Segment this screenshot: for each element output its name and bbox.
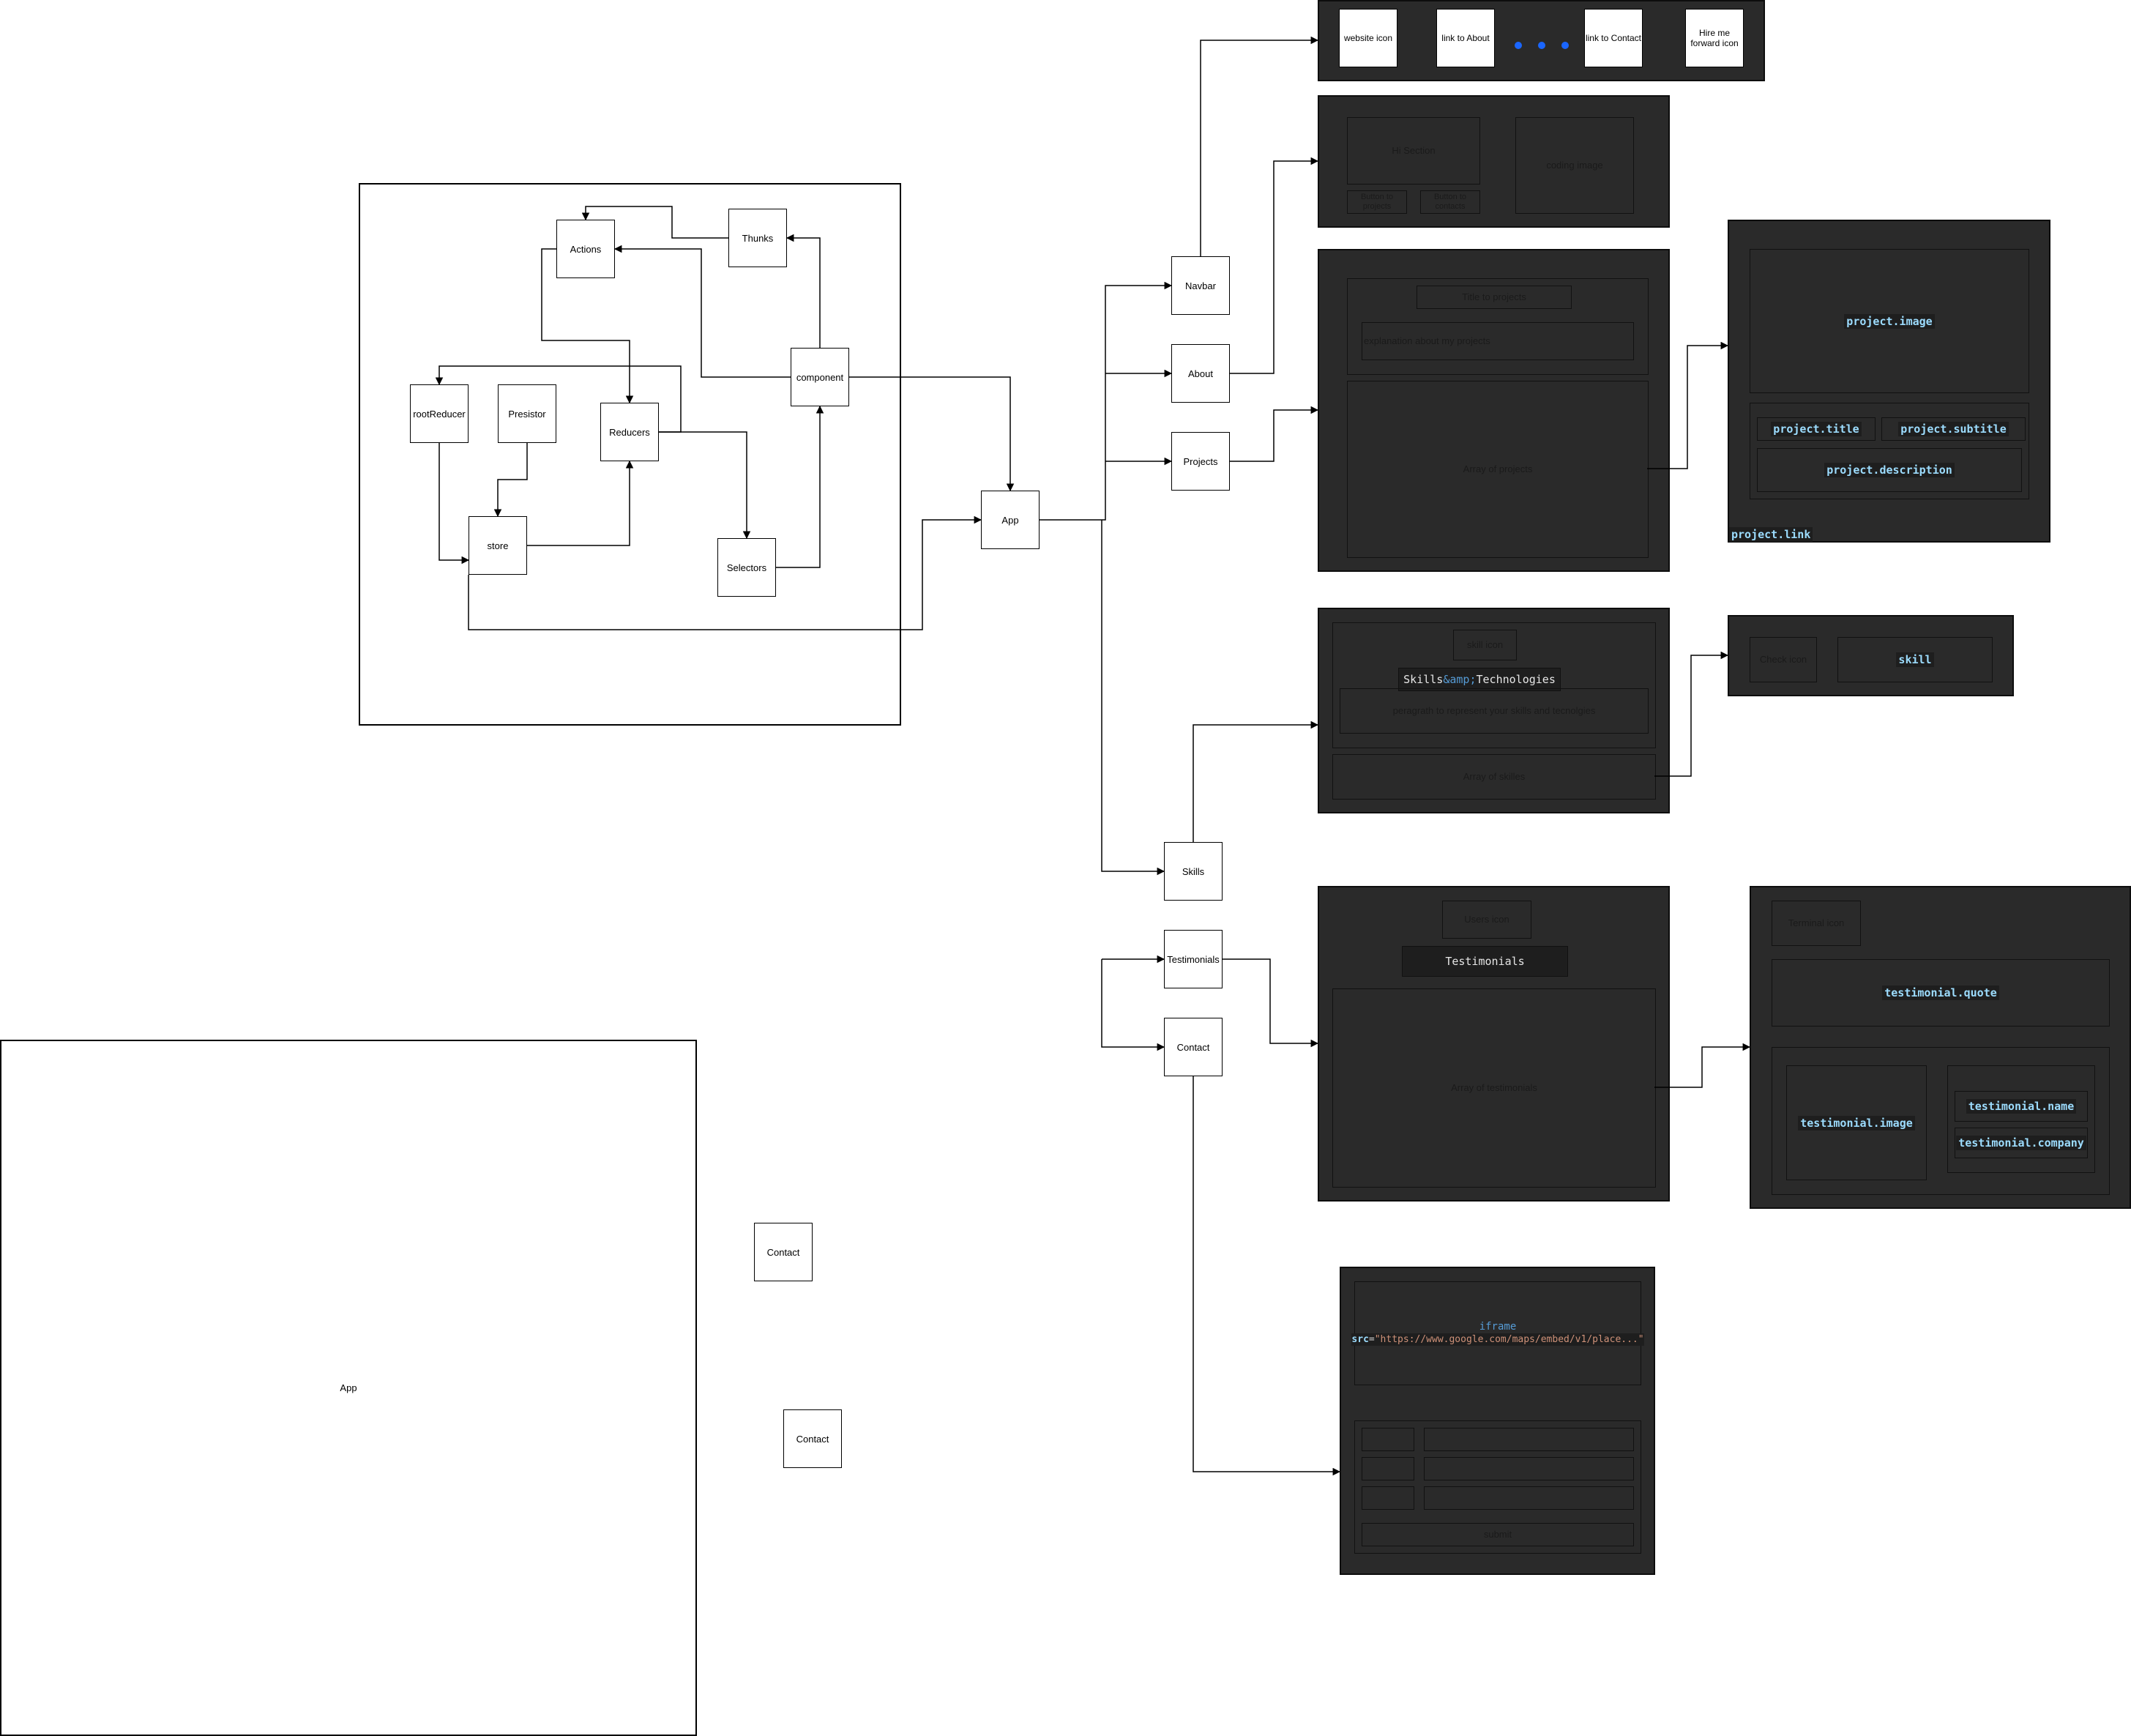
coding-image-box: coding image <box>1515 117 1634 214</box>
users-icon-box: Users icon <box>1442 901 1531 939</box>
big-app-frame[interactable]: App <box>0 1040 697 1736</box>
testimonials-heading-box: Testimonials <box>1402 946 1568 977</box>
dot-icon <box>1538 42 1545 49</box>
skills-panel: skill icon Skills &amp; Technologies per… <box>1318 608 1670 813</box>
about-node[interactable]: About <box>1171 344 1230 403</box>
form-input-box[interactable] <box>1424 1486 1634 1510</box>
skill-card-panel: Check icon skill <box>1728 615 2014 696</box>
reducers-node[interactable]: Reducers <box>600 403 659 461</box>
edge-navbar-panel <box>1200 36 1319 256</box>
button-contacts-box[interactable]: Button to contacts <box>1420 190 1480 214</box>
project-link-label[interactable]: project.link <box>1729 527 1813 542</box>
contact-node[interactable]: Contact <box>1164 1018 1223 1076</box>
testimonial-company-label: testimonial.company <box>1956 1136 2086 1150</box>
testimonial-name-box: testimonial.name <box>1955 1091 2088 1122</box>
testimonial-image-box: testimonial.image <box>1786 1065 1927 1180</box>
project-description-label: project.description <box>1824 463 1955 477</box>
root-reducer-node[interactable]: rootReducer <box>410 384 469 443</box>
skill-icon-box: skill icon <box>1453 630 1517 660</box>
link-contact-box[interactable]: link to Contact <box>1584 9 1643 67</box>
actions-node[interactable]: Actions <box>556 220 615 278</box>
project-image-label: project.image <box>1844 313 1935 329</box>
link-about-box[interactable]: link to About <box>1436 9 1495 67</box>
edge-testimonials-panel <box>1223 958 1319 1048</box>
testimonials-array-box: Array of testimonials <box>1332 988 1656 1188</box>
testimonial-image-label: testimonial.image <box>1798 1115 1915 1130</box>
component-node[interactable]: component <box>791 348 849 406</box>
skills-array-box: Array of skilles <box>1332 754 1656 800</box>
edge-about-panel <box>1230 157 1319 374</box>
testimonial-quote-label: testimonial.quote <box>1882 986 1999 1000</box>
skill-label: skill <box>1896 652 1934 667</box>
testimonial-company-box: testimonial.company <box>1955 1128 2088 1158</box>
skills-node[interactable]: Skills <box>1164 842 1223 901</box>
skill-box: skill <box>1837 637 1993 682</box>
edge-app-contact <box>1101 959 1165 1051</box>
skills-heading-amp: &amp; <box>1443 673 1477 686</box>
testimonial-name-label: testimonial.name <box>1966 1099 2077 1114</box>
edge-app-navbar <box>1040 281 1173 521</box>
check-icon-box: Check icon <box>1750 637 1817 682</box>
contact-panel: iframe src="https://www.google.com/maps/… <box>1340 1267 1655 1575</box>
navbar-node[interactable]: Navbar <box>1171 256 1230 315</box>
dot-icon <box>1561 42 1569 49</box>
iframe-tag-label: iframe <box>1479 1321 1517 1333</box>
hire-me-box[interactable]: Hire me forward icon <box>1685 9 1744 67</box>
projects-explanation-box: explanation about my projects <box>1362 322 1634 360</box>
form-label-box <box>1362 1486 1414 1510</box>
contact-node-loose[interactable]: Contact <box>754 1223 813 1281</box>
skills-paragraph-box: peragrath to represent your skills and t… <box>1340 688 1649 734</box>
testimonials-panel: Users icon Testimonials Array of testimo… <box>1318 886 1670 1202</box>
store-node[interactable]: store <box>469 516 527 575</box>
iframe-equals: = <box>1368 1334 1375 1346</box>
project-title-label: project.title <box>1771 422 1862 436</box>
project-title-box: project.title <box>1757 417 1876 441</box>
presistor-node[interactable]: Presistor <box>498 384 556 443</box>
contact-node-loose[interactable]: Contact <box>783 1409 842 1468</box>
submit-button[interactable]: submit <box>1362 1523 1634 1546</box>
hi-section-box: Hi Section <box>1347 117 1480 185</box>
project-description-box: project.description <box>1757 448 2022 492</box>
button-projects-box[interactable]: Button to projects <box>1347 190 1407 214</box>
testimonial-quote-box: testimonial.quote <box>1772 959 2110 1027</box>
testimonials-heading-label: Testimonials <box>1445 955 1525 968</box>
projects-title-box: Title to projects <box>1417 286 1572 309</box>
skills-heading-pre: Skills <box>1403 673 1444 686</box>
map-iframe-box: iframe src="https://www.google.com/maps/… <box>1351 1281 1644 1385</box>
project-image-box: project.image <box>1750 249 2029 393</box>
project-card-panel: project.image project.title project.subt… <box>1728 220 2050 543</box>
selectors-node[interactable]: Selectors <box>717 538 776 597</box>
dot-icon <box>1515 42 1522 49</box>
projects-array-box: Array of projects <box>1347 381 1649 558</box>
edge-app-skills <box>1101 520 1165 876</box>
iframe-src-attr: src <box>1351 1334 1369 1346</box>
form-label-box <box>1362 1457 1414 1480</box>
testimonials-node[interactable]: Testimonials <box>1164 930 1223 988</box>
form-input-box[interactable] <box>1424 1457 1634 1480</box>
form-label-box <box>1362 1428 1414 1451</box>
skills-heading-post: Technologies <box>1476 673 1556 686</box>
edge-skills-panel <box>1193 720 1319 842</box>
diagram-canvas: Actions Thunks rootReducer Presistor Red… <box>0 0 2131 1736</box>
thunks-node[interactable]: Thunks <box>728 209 787 267</box>
navbar-panel: website icon link to About link to Conta… <box>1318 0 1765 81</box>
project-subtitle-label: project.subtitle <box>1898 422 2009 436</box>
edge-projects-panel <box>1230 406 1319 462</box>
about-panel: Hi Section coding image Button to projec… <box>1318 95 1670 228</box>
projects-panel: Title to projects explanation about my p… <box>1318 249 1670 572</box>
projects-node[interactable]: Projects <box>1171 432 1230 491</box>
terminal-icon-box: Terminal icon <box>1772 901 1861 946</box>
big-app-label: App <box>340 1382 357 1393</box>
website-icon-box: website icon <box>1339 9 1397 67</box>
project-subtitle-box: project.subtitle <box>1881 417 2026 441</box>
app-node[interactable]: App <box>981 491 1040 549</box>
iframe-src-value: "https://www.google.com/maps/embed/v1/pl… <box>1374 1334 1644 1346</box>
form-input-box[interactable] <box>1424 1428 1634 1451</box>
testimonial-card-panel: Terminal icon testimonial.quote testimon… <box>1750 886 2131 1209</box>
